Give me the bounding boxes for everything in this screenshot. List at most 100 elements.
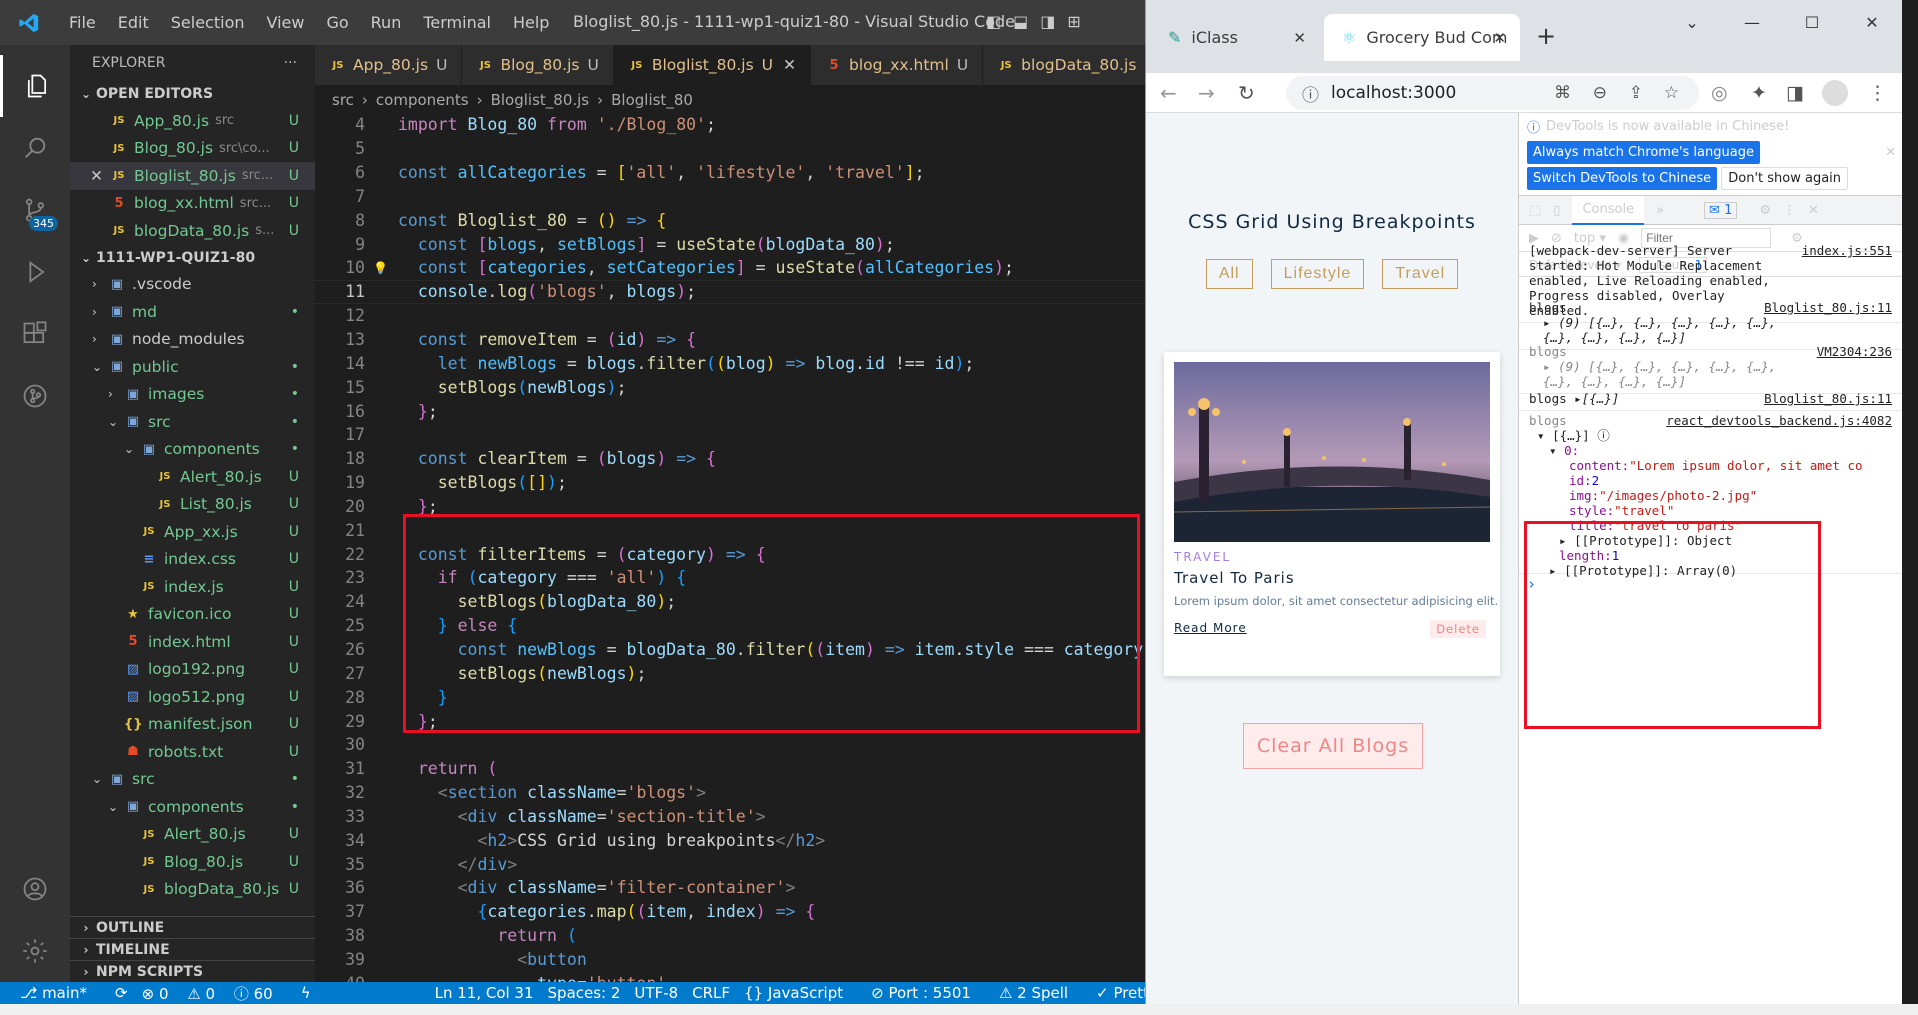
new-tab-icon[interactable]: +: [1536, 22, 1556, 50]
expand-arrow-icon[interactable]: ▸: [1543, 315, 1558, 330]
tree-item-manifest-json[interactable]: {} manifest.json U: [70, 711, 315, 739]
toggle-panel-icon[interactable]: ⬓: [1013, 12, 1028, 31]
tree-item-logo192-png[interactable]: ▨ logo192.png U: [70, 656, 315, 684]
tab-bloglist-80-js[interactable]: JS Bloglist_80.js U ✕: [613, 45, 812, 85]
tree-item-node-modules[interactable]: › ▣ node_modules: [70, 326, 315, 354]
device-toolbar-icon[interactable]: ▯: [1553, 203, 1560, 218]
tree-item-alert-80-js[interactable]: JS Alert_80.js U: [70, 463, 315, 491]
open-editor-item[interactable]: ✕ JS Bloglist_80.js src... U: [70, 162, 315, 190]
tab-app-80-js[interactable]: JS App_80.js U: [315, 45, 463, 85]
tree-item-index-css[interactable]: ≡ index.css U: [70, 546, 315, 574]
live-server-status[interactable]: ⊘ Port : 5501: [871, 984, 985, 1002]
bookmark-star-icon[interactable]: ☆: [1664, 83, 1679, 103]
tree-item-list-80-js[interactable]: JS List_80.js U: [70, 491, 315, 519]
close-devtools-icon[interactable]: ✕: [1808, 203, 1819, 218]
filter-all-button[interactable]: All: [1205, 259, 1253, 289]
close-tab-icon[interactable]: ✕: [783, 56, 796, 74]
cursor-position[interactable]: Ln 11, Col 31: [435, 984, 534, 1002]
section-outline[interactable]: › OUTLINE: [70, 916, 315, 938]
menu-item-edit[interactable]: Edit: [107, 13, 160, 32]
chrome-menu-icon[interactable]: ⋮: [1868, 82, 1887, 104]
filter-travel-button[interactable]: Travel: [1382, 259, 1459, 289]
side-panel-icon[interactable]: ◨: [1786, 82, 1804, 104]
zoom-icon[interactable]: ⊖: [1593, 83, 1607, 103]
open-editor-item[interactable]: JS Blog_80.js src\co... U: [70, 135, 315, 163]
translate-icon[interactable]: ⌘: [1554, 83, 1571, 103]
menu-item-selection[interactable]: Selection: [160, 13, 256, 32]
tab-search-icon[interactable]: ⌄: [1662, 0, 1722, 45]
close-editor-icon[interactable]: ✕: [90, 167, 110, 185]
switch-to-chinese-button[interactable]: Switch DevTools to Chinese: [1527, 167, 1718, 190]
menu-item-run[interactable]: Run: [360, 13, 413, 32]
menu-item-view[interactable]: View: [256, 13, 316, 32]
tree-item-alert-80-js[interactable]: JS Alert_80.js U: [70, 821, 315, 849]
open-editors-section[interactable]: ⌄ OPEN EDITORS: [70, 81, 315, 107]
tab-grocery-bud[interactable]: ⚛ Grocery Bud Com ✕: [1324, 14, 1520, 61]
expand-arrow-icon[interactable]: ▸: [1567, 391, 1582, 406]
sync-icon[interactable]: ⟳: [115, 984, 128, 1002]
tree-item-index-js[interactable]: JS index.js U: [70, 573, 315, 601]
minimize-icon[interactable]: —: [1722, 0, 1782, 45]
tree-item-src[interactable]: ⌄ ▣ src •: [70, 408, 315, 436]
open-editor-item[interactable]: 5 blog_xx.html src... U: [70, 190, 315, 218]
address-bar[interactable]: ⓘ localhost:3000 ⌘ ⊖ ⇪ ☆: [1286, 76, 1699, 110]
breadcrumb-item[interactable]: Bloglist_80.js: [491, 91, 590, 109]
tree-item-src[interactable]: ⌄ ▣ src •: [70, 766, 315, 794]
messages-badge[interactable]: ✉ 1: [1704, 201, 1738, 219]
console-message[interactable]: blogs ▸ (9) [{…}, {…}, {…}, {…}, {…}, {…}…: [1519, 340, 1902, 394]
menu-item-help[interactable]: Help: [502, 13, 560, 32]
tree-item-images[interactable]: › ▣ images •: [70, 381, 315, 409]
language-status[interactable]: {} JavaScript: [744, 984, 857, 1002]
open-editor-item[interactable]: JS App_80.js src U: [70, 107, 315, 135]
tree-item-favicon-ico[interactable]: ★ favicon.ico U: [70, 601, 315, 629]
explorer-icon[interactable]: [0, 55, 70, 117]
tree-item--vscode[interactable]: › ▣ .vscode: [70, 271, 315, 299]
more-actions-icon[interactable]: ···: [284, 55, 297, 71]
run-debug-icon[interactable]: [0, 241, 70, 303]
tree-item-index-html[interactable]: 5 index.html U: [70, 628, 315, 656]
message-source-link[interactable]: react_devtools_backend.js:4082: [1666, 413, 1892, 428]
expand-arrow-icon[interactable]: ▾: [1537, 428, 1552, 443]
message-source-link[interactable]: Bloglist_80.js:11: [1764, 300, 1892, 315]
customize-layout-icon[interactable]: ⊞: [1067, 12, 1080, 31]
back-icon[interactable]: ←: [1160, 81, 1177, 105]
message-source-link[interactable]: VM2304:236: [1817, 344, 1892, 359]
extension-icon[interactable]: ◎: [1711, 82, 1728, 104]
dont-show-again-button[interactable]: Don't show again: [1721, 167, 1849, 190]
menu-item-file[interactable]: File: [58, 13, 107, 32]
accounts-icon[interactable]: [0, 858, 70, 920]
spell-status[interactable]: ⚠ 2 Spell: [999, 984, 1082, 1002]
encoding-status[interactable]: UTF-8: [634, 984, 678, 1002]
profile-avatar[interactable]: [1822, 80, 1848, 106]
tree-item-blogdata-80-js[interactable]: JS blogData_80.js U: [70, 876, 315, 904]
eol-status[interactable]: CRLF: [692, 984, 730, 1002]
filter-lifestyle-button[interactable]: Lifestyle: [1270, 259, 1365, 289]
message-source-link[interactable]: Bloglist_80.js:11: [1764, 391, 1892, 406]
reload-icon[interactable]: ↻: [1238, 81, 1255, 105]
tree-item-logo512-png[interactable]: ▨ logo512.png U: [70, 683, 315, 711]
tab-iclass[interactable]: ✎ iClass ✕: [1150, 14, 1320, 61]
puzzle-extensions-icon[interactable]: ✦: [1751, 82, 1767, 104]
breadcrumb-item[interactable]: Bloglist_80: [611, 91, 693, 109]
close-tab-icon[interactable]: ✕: [1493, 29, 1506, 47]
section-timeline[interactable]: › TIMELINE: [70, 938, 315, 960]
devtools-settings-icon[interactable]: ⚙: [1759, 203, 1771, 218]
tree-item-components[interactable]: ⌄ ▣ components •: [70, 793, 315, 821]
tree-item-app-xx-js[interactable]: JS App_xx.js U: [70, 518, 315, 546]
tab-blog-80-js[interactable]: JS Blog_80.js U: [462, 45, 614, 85]
toggle-sidebar-icon[interactable]: ◧: [986, 12, 1001, 31]
read-more-link[interactable]: Read More: [1174, 621, 1247, 635]
more-panels-icon[interactable]: »: [1656, 203, 1664, 218]
inspect-element-icon[interactable]: ⬚: [1529, 203, 1541, 218]
message-source-link[interactable]: index.js:551: [1802, 243, 1892, 258]
breadcrumb-item[interactable]: components: [376, 91, 469, 109]
tree-item-public[interactable]: ⌄ ▣ public •: [70, 353, 315, 381]
section-npm-scripts[interactable]: › NPM SCRIPTS: [70, 960, 315, 982]
forward-icon[interactable]: →: [1198, 81, 1215, 105]
close-notice-icon[interactable]: ✕: [1885, 145, 1896, 160]
project-section[interactable]: ⌄ 1111-WP1-QUIZ1-80: [70, 245, 315, 271]
share-icon[interactable]: ⇪: [1629, 83, 1643, 103]
tab-blogdata-80-js[interactable]: JSblogData_80.jsU: [983, 45, 1145, 85]
always-match-language-button[interactable]: Always match Chrome's language: [1527, 141, 1760, 164]
breadcrumb-item[interactable]: src: [332, 91, 354, 109]
